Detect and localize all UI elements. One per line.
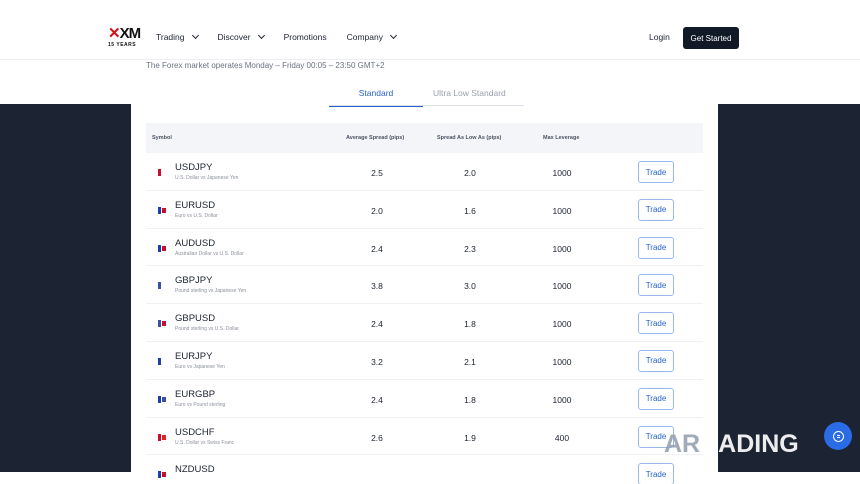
spread-as-low-as-value: 2.0 [464, 168, 476, 178]
average-spread-value: 2.4 [371, 319, 383, 330]
spread-as-low-as-value: 1.8 [464, 319, 476, 330]
table-row: AUDUSD Australian Dollar vs U.S. Dollar 2.… [146, 229, 703, 267]
get-started-button[interactable]: Get Started [683, 27, 739, 49]
site-header: ✕XM 15 YEARS Trading Discover Promotions… [0, 14, 860, 60]
trade-button[interactable]: Trade [638, 312, 674, 335]
table-row: USDJPY U.S. Dollar vs Japanese Yen 2.5 2.0 1… [146, 153, 703, 191]
table-row: NZDUSD Trade [146, 455, 703, 484]
symbol-name[interactable]: USDJPY [175, 162, 212, 173]
chat-bubble-icon [832, 430, 844, 442]
currency-flag-icon [158, 169, 167, 176]
symbol-name[interactable]: USDCHF [175, 427, 215, 438]
spread-as-low-as-value: 1.9 [464, 432, 476, 443]
symbol-description: Euro vs Pound sterling [175, 401, 226, 408]
top-strip [0, 0, 860, 14]
symbol-name[interactable]: GBPJPY [175, 275, 213, 286]
symbol-name[interactable]: EURJPY [175, 351, 212, 362]
table-row: USDCHF U.S. Dollar vs Swiss Franc 2.6 1.9 40… [146, 418, 703, 456]
average-spread-value: 2.5 [371, 168, 383, 178]
average-spread-value: 3.8 [371, 281, 383, 292]
header-symbol: Symbol [152, 135, 172, 141]
symbol-name[interactable]: EURUSD [175, 200, 215, 211]
symbol-description: Euro vs Japanese Yen [175, 363, 225, 370]
symbol-description: U.S. Dollar vs Japanese Yen [175, 175, 239, 181]
average-spread-value: 2.4 [371, 243, 383, 254]
spreads-table: Symbol Average Spread (pips) Spread As L… [146, 123, 703, 484]
symbol-description: U.S. Dollar vs Swiss Franc [175, 439, 235, 446]
symbol-name[interactable]: AUDUSD [175, 238, 215, 249]
logo-mark: ✕XM [108, 25, 141, 42]
trade-button[interactable]: Trade [638, 387, 674, 410]
average-spread-value: 2.6 [371, 432, 383, 443]
trade-button[interactable]: Trade [638, 349, 674, 372]
trade-button[interactable]: Trade [638, 236, 674, 259]
symbol-description: Euro vs U.S. Dollar [175, 212, 218, 219]
table-row: EURJPY Euro vs Japanese Yen 3.2 2.1 1000 Trad… [146, 342, 703, 380]
nav-company[interactable]: Company [347, 31, 398, 42]
spread-as-low-as-value: 2.1 [464, 356, 476, 367]
currency-flag-icon [158, 206, 167, 214]
max-leverage-value: 400 [554, 432, 570, 443]
currency-flag-icon [158, 282, 167, 290]
tab-divider [329, 105, 524, 106]
symbol-name[interactable]: NZDUSD [175, 464, 215, 475]
max-leverage-value: 1000 [552, 205, 572, 216]
trade-button[interactable]: Trade [638, 274, 674, 297]
symbol-name[interactable]: EURGBP [175, 389, 215, 400]
symbol-description: Pound sterling vs U.S. Dollar [175, 326, 239, 333]
header-spread-as-low-as: Spread As Low As (pips) [437, 135, 502, 141]
symbol-name[interactable]: GBPUSD [175, 313, 215, 324]
max-leverage-value: 1000 [552, 281, 572, 292]
currency-flag-icon [158, 471, 167, 479]
header-max-leverage: Max Leverage [543, 135, 580, 141]
spread-as-low-as-value: 3.0 [464, 281, 476, 292]
login-link[interactable]: Login [649, 32, 670, 42]
symbol-description: Pound sterling vs Japanese Yen [175, 288, 247, 295]
table-row: EURGBP Euro vs Pound sterling 2.4 1.8 1000 Tr… [146, 380, 703, 418]
trade-button[interactable]: Trade [638, 463, 674, 484]
symbol-description: Australian Dollar vs U.S. Dollar [175, 250, 244, 257]
currency-flag-icon [158, 244, 167, 252]
watermark: ARRADING [664, 430, 799, 458]
trade-button[interactable]: Trade [638, 161, 674, 183]
chevron-down-icon [191, 31, 199, 40]
nav-discover[interactable]: Discover [218, 31, 265, 42]
nav-promotions[interactable]: Promotions [284, 32, 327, 42]
average-spread-value: 2.0 [371, 205, 383, 216]
trade-button[interactable]: Trade [638, 198, 674, 221]
chevron-down-icon [257, 31, 265, 40]
xm-logo[interactable]: ✕XM 15 YEARS [108, 25, 141, 49]
header-average-spread: Average Spread (pips) [346, 135, 405, 141]
currency-flag-icon [158, 320, 167, 328]
chevron-down-icon [389, 31, 398, 40]
max-leverage-value: 1000 [552, 243, 572, 254]
spread-as-low-as-value: 1.8 [464, 394, 476, 405]
spread-as-low-as-value: 1.6 [464, 205, 476, 216]
logo-years: 15 YEARS [108, 42, 137, 48]
chat-button[interactable] [824, 422, 852, 450]
table-row: GBPUSD Pound sterling vs U.S. Dollar 2.4 1.… [146, 304, 703, 342]
currency-flag-icon [158, 433, 167, 441]
nav-trading[interactable]: Trading [156, 31, 199, 42]
max-leverage-value: 1000 [552, 168, 572, 178]
max-leverage-value: 1000 [552, 319, 572, 330]
average-spread-value: 3.2 [371, 356, 383, 367]
market-hours-note: The Forex market operates Monday – Frida… [146, 61, 385, 70]
table-body: USDJPY U.S. Dollar vs Japanese Yen 2.5 2.0 1… [146, 153, 703, 484]
table-row: EURUSD Euro vs U.S. Dollar 2.0 1.6 1000 Trade [146, 191, 703, 229]
spread-as-low-as-value: 2.3 [464, 243, 476, 254]
spreads-card: The Forex market operates Monday – Frida… [131, 60, 718, 484]
average-spread-value: 2.4 [371, 394, 383, 405]
table-row: GBPJPY Pound sterling vs Japanese Yen 3.8 3… [146, 266, 703, 305]
currency-flag-icon [158, 395, 167, 403]
max-leverage-value: 1000 [552, 356, 572, 367]
currency-flag-icon [158, 357, 167, 365]
table-header: Symbol Average Spread (pips) Spread As L… [146, 123, 703, 153]
main-nav: Trading Discover Promotions Company [156, 14, 416, 60]
max-leverage-value: 1000 [552, 394, 572, 405]
